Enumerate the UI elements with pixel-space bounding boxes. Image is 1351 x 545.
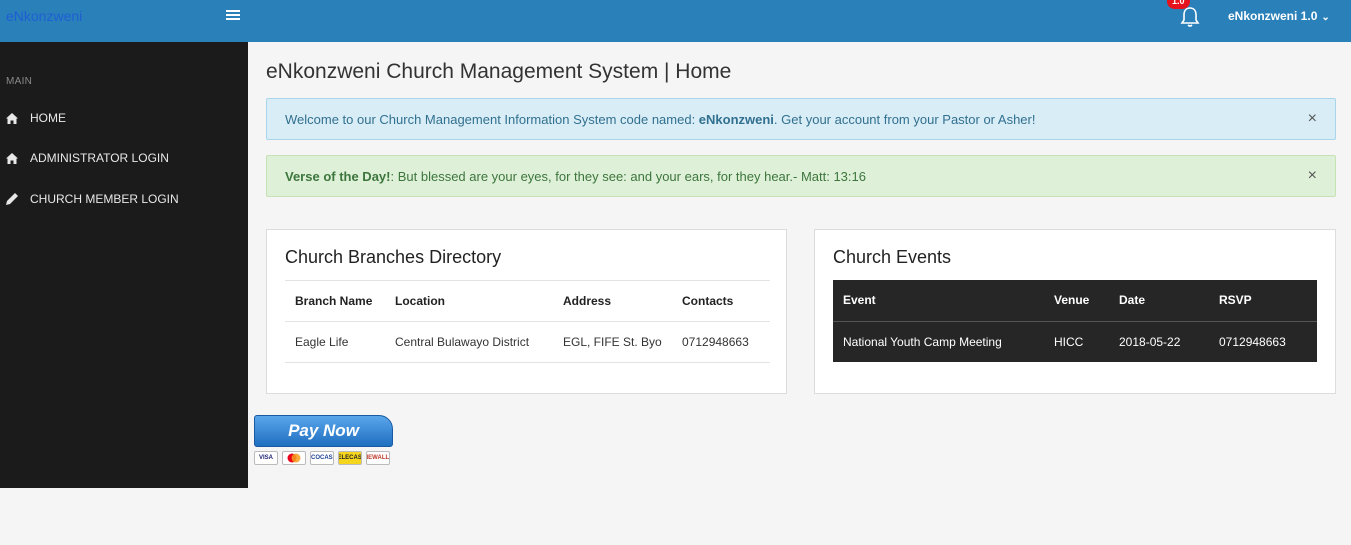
pencil-icon (6, 193, 24, 205)
sidebar-item-label: ADMINISTRATOR LOGIN (30, 151, 169, 165)
table-row: National Youth Camp Meeting HICC 2018-05… (833, 321, 1317, 362)
brand-logo[interactable]: eNkonzweni (6, 8, 82, 24)
welcome-alert: Welcome to our Church Management Informa… (266, 98, 1336, 140)
table-cell: Eagle Life (285, 321, 385, 363)
table-row: Eagle Life Central Bulawayo District EGL… (285, 321, 770, 363)
column-header: Address (553, 280, 672, 322)
chevron-down-icon: ⌄ (1321, 12, 1330, 23)
table-header-row: Branch Name Location Address Contacts (285, 280, 770, 322)
page-title: eNkonzweni Church Management System | Ho… (266, 60, 732, 83)
table-cell: National Youth Camp Meeting (843, 334, 1002, 349)
table-cell: 0712948663 (672, 321, 770, 363)
home-icon (6, 112, 24, 124)
home-icon (6, 152, 24, 164)
notification-badge: 1.0 (1167, 0, 1190, 9)
table-cell: Central Bulawayo District (385, 321, 553, 363)
sidebar-item-church-member-login[interactable]: CHURCH MEMBER LOGIN (0, 184, 248, 214)
close-icon[interactable]: × (1308, 111, 1317, 127)
column-header: Event (833, 280, 1044, 322)
sidebar: MAIN HOME ADMINISTRATOR LOGIN CHURCH MEM… (0, 42, 248, 488)
sidebar-item-label: CHURCH MEMBER LOGIN (30, 192, 179, 206)
ecocash-icon: ECOCASH (310, 451, 334, 465)
payment-cards: VISA ECOCASH TELECASH ONEWALLET (254, 451, 390, 465)
sidebar-item-label: HOME (30, 111, 66, 125)
alert-text: Welcome to our Church Management Informa… (285, 111, 1036, 127)
table-cell: 0712948663 (1219, 334, 1286, 349)
branches-title: Church Branches Directory (285, 247, 502, 267)
sidebar-item-home[interactable]: HOME (0, 103, 248, 133)
column-header: Date (1109, 280, 1209, 322)
branches-table: Branch Name Location Address Contacts Ea… (285, 280, 770, 363)
events-table: Event Venue Date RSVP National Youth Cam… (833, 280, 1317, 362)
mastercard-icon (282, 451, 306, 465)
events-title: Church Events (833, 247, 952, 267)
events-panel: Church Events Event Venue Date RSVP Nati… (814, 229, 1336, 394)
user-menu-label: eNkonzweni 1.0 (1228, 9, 1318, 23)
column-header: Branch Name (285, 280, 385, 322)
verse-alert: Verse of the Day!: But blessed are your … (266, 155, 1336, 197)
visa-card-icon: VISA (254, 451, 278, 465)
table-cell: 2018-05-22 (1119, 334, 1181, 349)
top-navbar: eNkonzweni 1.0 eNkonzweni 1.0 ⌄ (0, 0, 1351, 42)
column-header: RSVP (1209, 280, 1317, 322)
table-cell: EGL, FIFE St. Byo (553, 321, 672, 363)
table-header-row: Event Venue Date RSVP (833, 280, 1317, 322)
close-icon[interactable]: × (1308, 168, 1317, 184)
notification-bell-icon[interactable] (1180, 6, 1200, 28)
column-header: Contacts (672, 280, 770, 322)
column-header: Venue (1044, 280, 1109, 322)
user-menu[interactable]: eNkonzweni 1.0 ⌄ (1228, 9, 1330, 23)
pay-now-button[interactable]: Pay Now (254, 415, 393, 447)
sidebar-item-administrator-login[interactable]: ADMINISTRATOR LOGIN (0, 143, 248, 173)
onewallet-icon: ONEWALLET (366, 451, 390, 465)
table-cell: HICC (1054, 334, 1084, 349)
sidebar-heading: MAIN (6, 76, 33, 87)
alert-text: Verse of the Day!: But blessed are your … (285, 168, 866, 184)
sidebar-toggle-icon[interactable] (226, 10, 240, 22)
branches-panel: Church Branches Directory Branch Name Lo… (266, 229, 787, 394)
telecash-icon: TELECASH (338, 451, 362, 465)
column-header: Location (385, 280, 553, 322)
